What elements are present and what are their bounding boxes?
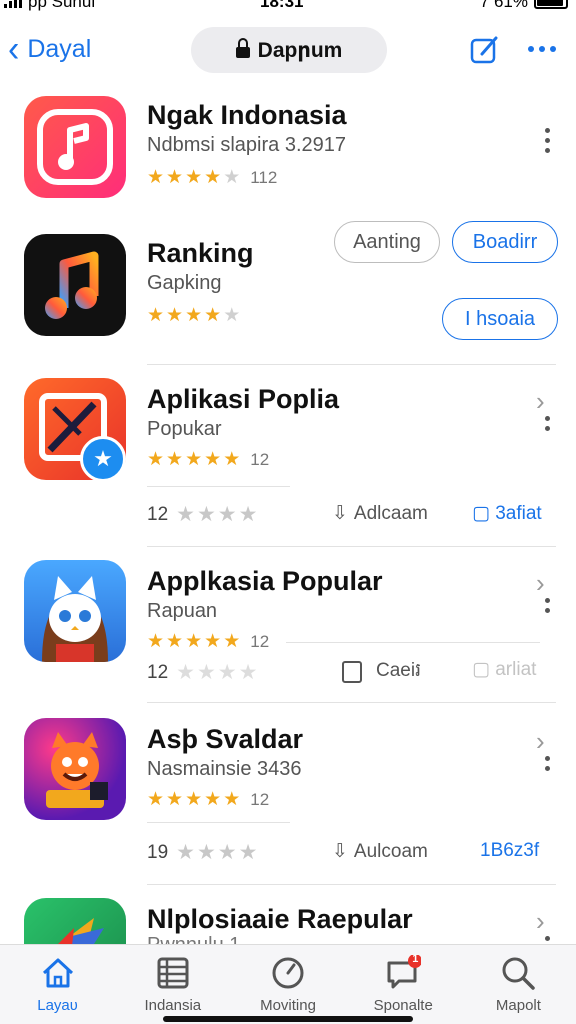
app-title: Nlplosiaaie Raepular (147, 904, 413, 934)
notification-badge: 1 (412, 953, 419, 965)
back-button[interactable]: ‹ Dayal (8, 28, 92, 70)
rating-number: 12 (147, 503, 169, 525)
tab-clock[interactable]: Moviting (230, 945, 345, 1024)
lock-icon (235, 37, 250, 60)
compose-icon[interactable] (470, 34, 500, 66)
home-icon (40, 955, 76, 991)
rating-count: 12 (250, 450, 270, 469)
divider (147, 702, 556, 703)
document-icon: ▢ (472, 659, 490, 680)
rating-number: 19 (147, 841, 169, 863)
battery-icon (534, 0, 568, 9)
more-vertical-icon[interactable] (543, 416, 551, 431)
app-subtitle: Rapuan (147, 600, 218, 622)
divider (286, 642, 540, 643)
divider (147, 486, 290, 487)
address-bar[interactable]: Dapրum (191, 27, 387, 73)
more-vertical-icon[interactable] (543, 128, 551, 153)
tab-label: Moviting (260, 997, 316, 1014)
clock-icon (270, 955, 306, 991)
tab-search[interactable]: Mapolt (461, 945, 576, 1024)
rating-summary: 12 ★★★★ (147, 661, 260, 684)
app-title: Aplikasi Poplia (147, 384, 340, 414)
clipboard-icon (342, 661, 362, 683)
star-rating: ★ ★ ★ ★ ★ 12 (147, 631, 270, 652)
status-bar: pp Sunui 18:31 7 61% (0, 0, 576, 12)
back-label: Dayal (27, 34, 92, 63)
cat-app-icon (24, 560, 126, 662)
app-title: Ranking (147, 238, 254, 268)
music-note-icon (24, 234, 126, 336)
tab-label: Sponalte (373, 997, 433, 1014)
app-subtitle: Popukar (147, 418, 222, 440)
home-indicator (163, 1016, 413, 1022)
tab-label: Indansia (144, 997, 202, 1014)
star-rating: ★ ★ ★ ★ ★ 12 (147, 449, 270, 470)
game-app-icon (24, 718, 126, 820)
download-icon: ⇩ (332, 503, 348, 524)
rating-number: 12 (147, 661, 169, 683)
divider (147, 364, 556, 365)
star-badge-icon: ★ (80, 436, 126, 482)
carrier-label: pp Sunui (28, 0, 96, 11)
app-title: Applkasia Popular (147, 566, 383, 596)
download-icon: ⇩ (332, 841, 348, 862)
document-icon: ▢ (472, 503, 490, 524)
download-action[interactable]: ⇩ Aulcoam (332, 840, 428, 863)
chevron-right-icon[interactable]: › (536, 726, 545, 757)
star-rating: ★ ★ ★ ★ ★ 112 (147, 167, 278, 188)
more-icon[interactable] (528, 42, 562, 56)
rating-count: 12 (250, 790, 270, 809)
open-button[interactable]: I hsoaia (442, 298, 558, 340)
details-link[interactable]: 1B6z3f (480, 840, 539, 862)
get-button[interactable]: Boadirr (452, 221, 558, 263)
nav-bar: ‹ Dayal Dapրum (0, 22, 576, 82)
calendar-action[interactable]: Caeiរ (342, 658, 421, 686)
rating-count: 112 (250, 168, 278, 187)
chevron-left-icon: ‹ (8, 28, 20, 70)
details-link[interactable]: ▢ 3afiat (472, 502, 542, 525)
details-link[interactable]: ▢ arliat (472, 658, 536, 681)
download-action[interactable]: ⇩ Adlcaam (332, 502, 428, 525)
secondary-button[interactable]: Aanting (334, 221, 440, 263)
search-icon (500, 955, 536, 991)
app-subtitle: Gapking (147, 272, 222, 294)
more-vertical-icon[interactable] (543, 598, 551, 613)
tab-bar: Layaʋ Indansia Moviting 1 Sponalte Mapol… (0, 944, 576, 1024)
divider (147, 884, 556, 885)
battery-percent: 7 61% (479, 0, 528, 11)
star-rating: ★ ★ ★ ★ ★ 12 (147, 789, 270, 810)
tab-list[interactable]: Indansia (115, 945, 230, 1024)
tab-label: Mapolt (495, 997, 541, 1014)
app-subtitle: Nasmainsie 3436 (147, 758, 302, 780)
tab-home[interactable]: Layaʋ (0, 945, 115, 1024)
list-icon (155, 955, 191, 991)
music-app-icon (24, 96, 126, 198)
chat-icon: 1 (385, 953, 423, 991)
rating-summary: 12 ★★★★ (147, 503, 260, 526)
rating-count: 12 (250, 632, 270, 651)
signal-icon (4, 0, 22, 8)
tab-chat[interactable]: 1 Sponalte (346, 945, 461, 1024)
app-title: Asþ Svaldar (147, 724, 304, 754)
more-vertical-icon[interactable] (543, 756, 551, 771)
star-rating: ★ ★ ★ ★ ★ (147, 305, 241, 326)
chevron-right-icon[interactable]: › (536, 906, 545, 937)
chevron-right-icon[interactable]: › (536, 568, 545, 599)
address-label: Dapրum (257, 38, 343, 62)
status-time: 18:31 (260, 0, 304, 11)
app-title: Ngak Indonasia (147, 100, 347, 130)
divider (147, 546, 556, 547)
more-vertical-icon[interactable] (543, 936, 551, 941)
tab-label: Layaʋ (37, 997, 78, 1014)
app-subtitle: Ndbmsi slapira 3.2917 (147, 134, 346, 156)
rating-summary: 19 ★★★★ (147, 841, 260, 864)
divider (147, 822, 290, 823)
chevron-right-icon[interactable]: › (536, 386, 545, 417)
